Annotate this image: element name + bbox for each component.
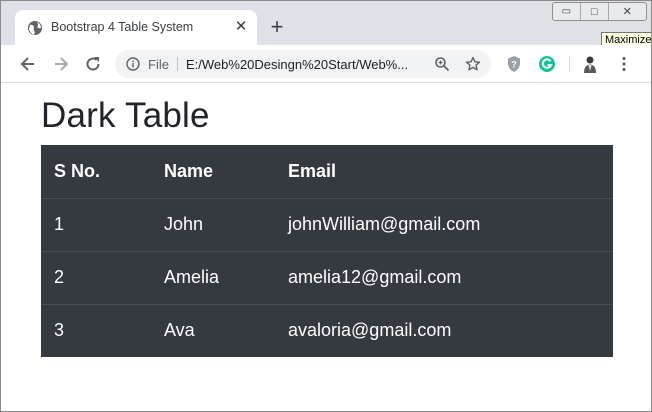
window-controls: ▭ □ ✕ [552,2,647,21]
header-name: Name [151,145,275,199]
cell-name: Ava [164,320,195,341]
tab-close-icon[interactable]: ✕ [233,19,249,35]
browser-tab[interactable]: Bootstrap 4 Table System ✕ [15,10,257,45]
grammarly-icon[interactable] [537,54,557,74]
address-bar[interactable]: File E:/Web%20Desingn%20Start/Web%... [115,50,491,78]
tab-title: Bootstrap 4 Table System [51,20,194,34]
cell-email: avaloria@gmail.com [288,320,452,341]
table-row: 2 Amelia amelia12@gmail.com [41,251,613,305]
cell-name: John [151,198,275,252]
star-icon[interactable] [465,56,481,72]
header-sno: S No. [41,145,151,199]
reload-icon[interactable] [83,54,103,74]
zoom-icon[interactable] [434,56,450,72]
shield-icon[interactable]: ? [504,54,524,74]
table-row: 1 John johnWilliam@gmail.com [41,198,613,252]
close-window-button[interactable]: ✕ [609,3,646,20]
new-tab-button[interactable]: + [267,16,287,38]
file-scheme-label: File [148,57,169,72]
cell-email: johnWilliam@gmail.com [275,198,613,252]
minimize-icon: ▭ [561,6,572,17]
url-text[interactable]: E:/Web%20Desingn%20Start/Web%... [186,57,426,72]
back-arrow-icon[interactable] [18,54,38,74]
browser-toolbar: File E:/Web%20Desingn%20Start/Web%... ? [1,45,651,83]
minimize-button[interactable]: ▭ [553,3,581,20]
maximize-icon: □ [590,5,598,18]
cell-sno: 3 [54,320,65,341]
cell-name: Amelia [151,251,275,305]
page-content: Dark Table S No. Name Email 1 John johnW… [1,84,651,408]
cell-sno: 1 [41,198,151,252]
globe-icon [28,21,42,35]
page-title: Dark Table [41,96,210,135]
info-icon[interactable] [126,57,140,71]
omnibox-divider [177,57,178,71]
cell-email: amelia12@gmail.com [275,251,613,305]
toolbar-divider [569,56,570,72]
close-icon: ✕ [622,6,632,18]
svg-text:?: ? [511,60,517,70]
dark-table: S No. Name Email 1 John johnWilliam@gmai… [41,145,613,357]
table-row: 3 Ava avaloria@gmail.com [41,304,613,357]
browser-window: Bootstrap 4 Table System ✕ + ▭ □ ✕ Maxim… [0,0,652,412]
table-header-row: S No. Name Email [41,145,613,199]
forward-arrow-icon[interactable] [51,54,71,74]
tab-strip: Bootstrap 4 Table System ✕ + ▭ □ ✕ [1,1,651,45]
header-email: Email [275,145,613,199]
cell-sno: 2 [41,251,151,305]
maximize-button[interactable]: □ [581,3,609,20]
profile-avatar-icon[interactable] [580,54,600,74]
kebab-menu-icon[interactable] [614,54,634,74]
